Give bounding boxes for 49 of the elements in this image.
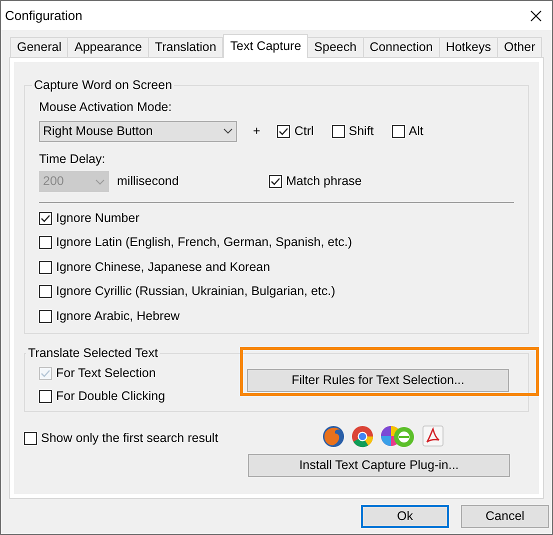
checkbox-label: Shift	[348, 122, 374, 140]
pinwheel-icon	[380, 424, 416, 448]
chevron-icon	[95, 178, 105, 185]
checkbox-label: Ctrl	[294, 122, 314, 140]
tab[interactable]: Appearance	[67, 37, 149, 57]
close-icon[interactable]	[530, 10, 542, 22]
checkbox-label: Ignore Chinese, Japanese and Korean	[56, 258, 270, 276]
document-icon	[422, 425, 444, 447]
chevron-icon	[223, 128, 233, 134]
wheel-icon	[351, 424, 374, 448]
checkbox[interactable]	[39, 236, 52, 250]
tab[interactable]: Other	[496, 37, 542, 57]
checkbox-label: For Text Selection	[56, 365, 156, 382]
checkbox[interactable]	[269, 175, 282, 188]
dialog-button[interactable]: Cancel	[461, 505, 549, 528]
tab[interactable]: Text Capture	[223, 34, 308, 58]
checkbox-label: Ignore Latin (English, French, German, Spanish, etc.)	[56, 234, 352, 252]
checkbox-label: Ignore Number	[56, 210, 140, 227]
checkbox[interactable]	[39, 285, 52, 298]
checkbox[interactable]	[39, 260, 52, 274]
checkbox-label: Ignore Arabic, Hebrew	[56, 308, 180, 325]
group-title: Translate Selected Text	[27, 345, 159, 362]
checkbox[interactable]	[392, 124, 405, 138]
unit-label: millisecond	[117, 173, 180, 190]
checkbox[interactable]	[24, 432, 37, 444]
checkbox-label: Ignore Cyrillic (Russian, Ukrainian, Bulgarian, etc.)	[56, 283, 336, 300]
filter-rules-button[interactable]: Filter Rules for Text Selection...	[247, 368, 509, 392]
checkbox-label: Match phrase	[286, 173, 362, 190]
field-label: Mouse Activation Mode:	[39, 98, 173, 116]
checkbox[interactable]	[39, 390, 52, 404]
tab[interactable]: Hotkeys	[438, 37, 498, 57]
plus-sign: +	[253, 122, 260, 140]
tab[interactable]: General	[10, 37, 68, 57]
checkbox-label: Show only the first search result	[41, 430, 218, 447]
checkbox-label: Alt	[408, 122, 424, 140]
install-plugin-button[interactable]: Install Text Capture Plug-in...	[248, 454, 510, 477]
field-label: Time Delay:	[39, 150, 106, 168]
globe-icon	[322, 424, 345, 448]
checkbox[interactable]	[39, 310, 52, 323]
tab[interactable]: Translation	[148, 37, 224, 57]
dialog-button[interactable]: Ok	[361, 505, 449, 528]
checkbox[interactable]	[332, 124, 345, 138]
group-title: Capture Word on Screen	[33, 77, 174, 94]
tab[interactable]: Speech	[307, 37, 364, 57]
checkbox[interactable]	[39, 212, 52, 225]
window-title: Configuration	[5, 6, 82, 25]
checkbox-label: For Double Clicking	[56, 388, 166, 406]
checkbox[interactable]	[277, 124, 290, 138]
mouse-mode-dropdown[interactable]: Right Mouse Button	[39, 120, 237, 142]
